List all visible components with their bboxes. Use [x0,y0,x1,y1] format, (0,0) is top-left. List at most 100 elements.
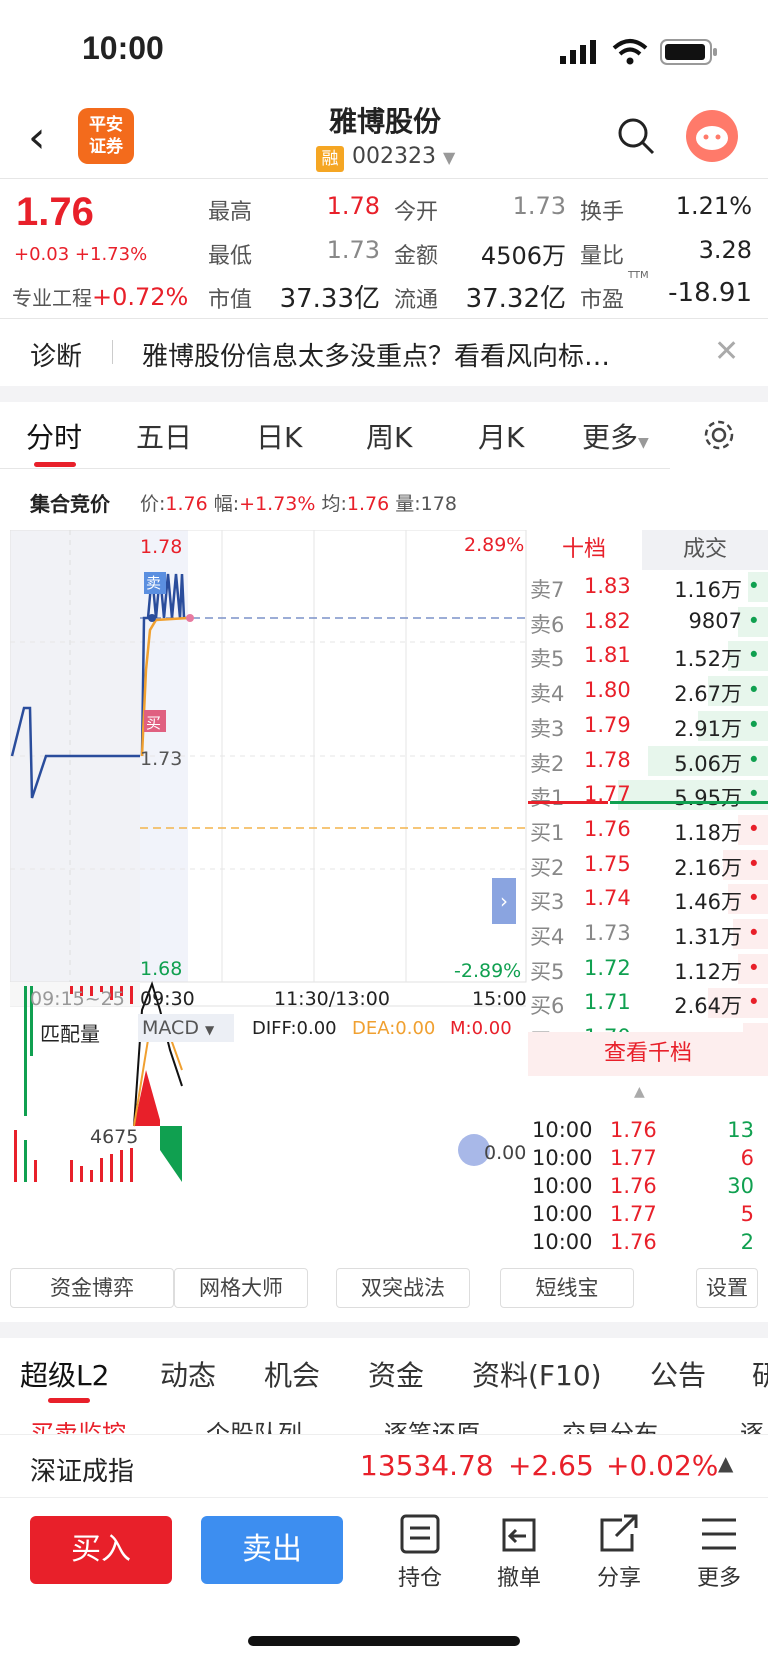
settings-gear-icon[interactable] [702,418,736,452]
search-icon[interactable] [616,116,656,156]
sub-tab-tick-replay[interactable]: 逐笔还原 [384,1414,480,1434]
auction-price: 1.76 [165,493,208,515]
tab-research[interactable]: 研 [752,1354,768,1394]
more-label: 更多 [696,1566,741,1591]
open-label: 今开 [394,200,439,225]
tab-monthly-k[interactable]: 月K [478,416,524,456]
change-dot-icon: • [747,886,760,911]
sub-tab-more[interactable]: 逐 [740,1414,764,1434]
level-price: 1.75 [584,851,631,876]
sub-tab-distribution[interactable]: 交易分布 [562,1414,658,1434]
bid-row[interactable]: 买2 1.75 2.16万 • [528,848,768,882]
change-pct: +1.73% [74,244,148,265]
sub-tab-queue[interactable]: 个股队列 [206,1414,302,1434]
sell-button[interactable]: 卖出 [201,1516,343,1584]
spread-divider-red [528,801,608,804]
level-volume: 1.16万 [674,578,742,602]
level-label: 卖7 [530,578,565,602]
level-volume: 2.16万 [674,855,742,880]
x-axis-open: 09:30 [140,988,195,1010]
share-button[interactable]: 分享 [584,1512,654,1592]
active-tab-indicator [34,462,76,467]
holdings-button[interactable]: 持仓 [385,1512,455,1592]
close-icon[interactable]: ✕ [714,334,739,369]
tab-announcement[interactable]: 公告 [650,1354,706,1394]
auction-price-label: 价: [140,493,166,515]
sector-info[interactable]: 专业工程+0.72% [12,282,188,311]
tool-short-line[interactable]: 短线宝 [500,1268,634,1308]
scroll-up-icon[interactable]: ▲ [634,1084,645,1100]
cancel-order-button[interactable]: 撤单 [484,1512,554,1592]
y-axis-bot: 1.68 [140,958,183,980]
spread-divider-green [610,801,768,804]
tab-news[interactable]: 动态 [160,1354,216,1394]
ask-row[interactable]: 卖7 1.83 1.16万 • [528,570,768,604]
tab-funds[interactable]: 资金 [368,1354,424,1394]
tab-daily-k[interactable]: 日K [256,416,302,456]
change-dot-icon: • [747,643,760,668]
turnover-label: 换手 [580,200,625,225]
level-label: 卖2 [530,751,565,776]
bid-row[interactable]: 买1 1.76 1.18万 • [528,813,768,847]
level-price: 1.73 [584,921,631,945]
bid-row[interactable]: 买4 1.73 1.31万 • [528,917,768,951]
level-label: 卖1 [530,786,565,811]
level-label: 买3 [530,890,565,915]
intraday-chart[interactable] [10,530,528,1260]
high-value: 1.78 [326,192,380,220]
status-time: 10:00 [82,30,164,66]
sub-tab-monitor[interactable]: 买卖监控 [30,1414,126,1434]
ask-row[interactable]: 卖5 1.81 1.52万 • [528,639,768,673]
tab-super-l2[interactable]: 超级L2 [20,1354,109,1394]
tool-fund-game[interactable]: 资金博弈 [10,1268,174,1308]
level-label: 买4 [530,925,565,949]
tool-double-breakout[interactable]: 双突战法 [336,1268,470,1308]
tab-trades[interactable]: 成交 [642,530,768,570]
index-bar[interactable]: 深证成指 13534.78 +2.65 +0.02% ▲ [0,1434,768,1498]
y-axis-top: 1.78 [140,536,183,558]
diagnosis-text[interactable]: 雅博股份信息太多没重点？看看风向标… [142,336,682,373]
tab-five-day[interactable]: 五日 [136,416,192,456]
float-value: 37.32亿 [465,284,566,314]
expand-arrow-icon[interactable]: › [492,878,516,924]
back-icon[interactable]: ‹ [28,112,46,163]
tool-grid-master[interactable]: 网格大师 [174,1268,308,1308]
tab-f10[interactable]: 资料(F10) [472,1354,602,1394]
level-volume: 1.12万 [674,959,742,984]
ask-row[interactable]: 卖1 1.77 5.95万 • [528,778,768,812]
auction-avg: 1.76 [346,493,390,515]
indicator-selector[interactable]: MACD ▼ [138,1014,234,1042]
bid-row[interactable]: 买3 1.74 1.46万 • [528,882,768,916]
buy-button[interactable]: 买入 [30,1516,172,1584]
more-button[interactable]: 更多 [684,1512,754,1592]
tool-settings[interactable]: 设置 [696,1268,758,1308]
auction-vol: 178 [420,493,457,515]
tab-intraday[interactable]: 分时 [26,416,82,456]
bid-row[interactable]: 买6 1.71 2.64万 • [528,986,768,1020]
holdings-icon [400,1514,440,1554]
tab-more[interactable]: 更多▼ [582,416,649,456]
tab-weekly-k[interactable]: 周K [366,416,412,456]
pe-value: -18.91 [668,278,752,308]
tick-time: 10:00 [532,1118,593,1142]
tick-price: 1.76 [610,1174,657,1198]
low-value: 1.73 [326,236,380,264]
ask-row[interactable]: 卖2 1.78 5.06万 • [528,744,768,778]
indicator-left-label: 匹配量 [40,1022,100,1046]
view-thousand-levels-button[interactable]: 查看千档 [528,1032,768,1076]
ask-row[interactable]: 卖6 1.82 9807 • [528,605,768,639]
assistant-avatar-icon[interactable] [686,110,738,162]
tab-chance[interactable]: 机会 [264,1354,320,1394]
auction-stats: 价:1.76 幅:+1.73% 均:1.76 量:178 [140,489,457,516]
ask-row[interactable]: 卖4 1.80 2.67万 • [528,674,768,708]
sector-pct: +0.72% [92,283,189,311]
bid-row[interactable]: 买5 1.72 1.12万 • [528,952,768,986]
stock-code-selector[interactable]: 002323 ▼ [352,144,455,169]
expand-up-icon[interactable]: ▲ [718,1451,733,1475]
level-label: 卖3 [530,716,565,741]
tab-ten-levels[interactable]: 十档 [528,530,640,570]
auction-amp-label: 幅: [213,493,240,515]
level-volume: 1.18万 [674,820,742,845]
home-indicator [248,1636,520,1646]
ask-row[interactable]: 卖3 1.79 2.91万 • [528,709,768,743]
